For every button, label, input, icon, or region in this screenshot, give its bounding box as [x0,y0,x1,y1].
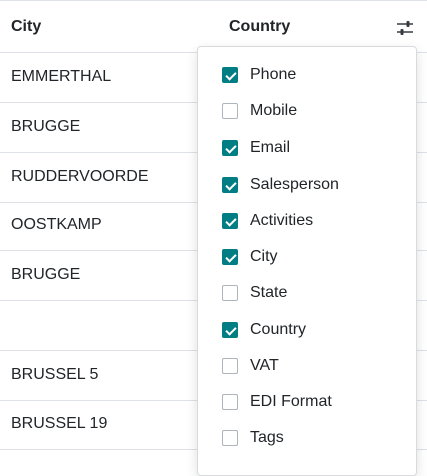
optional-column-tags[interactable]: Tags [222,426,402,450]
cell-city: BRUSSEL 5 [11,366,99,383]
checkbox[interactable] [222,430,238,446]
optional-columns-dropdown: Phone Mobile Email Salesperson Activitie… [197,46,417,476]
optional-column-vat[interactable]: VAT [222,354,402,378]
optional-column-state[interactable]: State [222,281,402,305]
optional-column-phone[interactable]: Phone [222,63,402,87]
checkbox[interactable] [222,67,238,83]
optional-column-country[interactable]: Country [222,318,402,342]
cell-city: OOSTKAMP [11,216,102,233]
option-label: City [250,248,278,265]
option-label: Activities [250,212,314,229]
option-label: Phone [250,66,297,83]
optional-column-city[interactable]: City [222,245,402,269]
column-header-city[interactable]: City [11,18,41,36]
checkbox[interactable] [222,285,238,301]
option-label: EDI Format [250,393,332,410]
option-label: State [250,284,288,301]
optional-column-edi-format[interactable]: EDI Format [222,390,402,414]
checkbox[interactable] [222,322,238,338]
cell-city: EMMERTHAL [11,68,112,85]
checkbox[interactable] [222,249,238,265]
cell-city: BRUGGE [11,118,81,135]
option-label: Tags [250,429,284,446]
column-header-country[interactable]: Country [229,18,290,36]
checkbox[interactable] [222,394,238,410]
cell-city: BRUSSEL 19 [11,415,108,432]
checkbox[interactable] [222,103,238,119]
checkbox[interactable] [222,140,238,156]
optional-columns-toggle-icon[interactable] [395,18,415,38]
option-label: Mobile [250,102,298,119]
option-label: Country [250,321,307,338]
optional-column-mobile[interactable]: Mobile [222,99,402,123]
cell-city: BRUGGE [11,266,81,283]
optional-column-activities[interactable]: Activities [222,209,402,233]
cell-city: RUDDERVOORDE [11,168,149,185]
option-label: Email [250,139,291,156]
checkbox[interactable] [222,177,238,193]
checkbox[interactable] [222,358,238,374]
optional-column-salesperson[interactable]: Salesperson [222,173,402,197]
option-label: VAT [250,357,279,374]
optional-column-email[interactable]: Email [222,136,402,160]
option-label: Salesperson [250,176,339,193]
checkbox[interactable] [222,213,238,229]
